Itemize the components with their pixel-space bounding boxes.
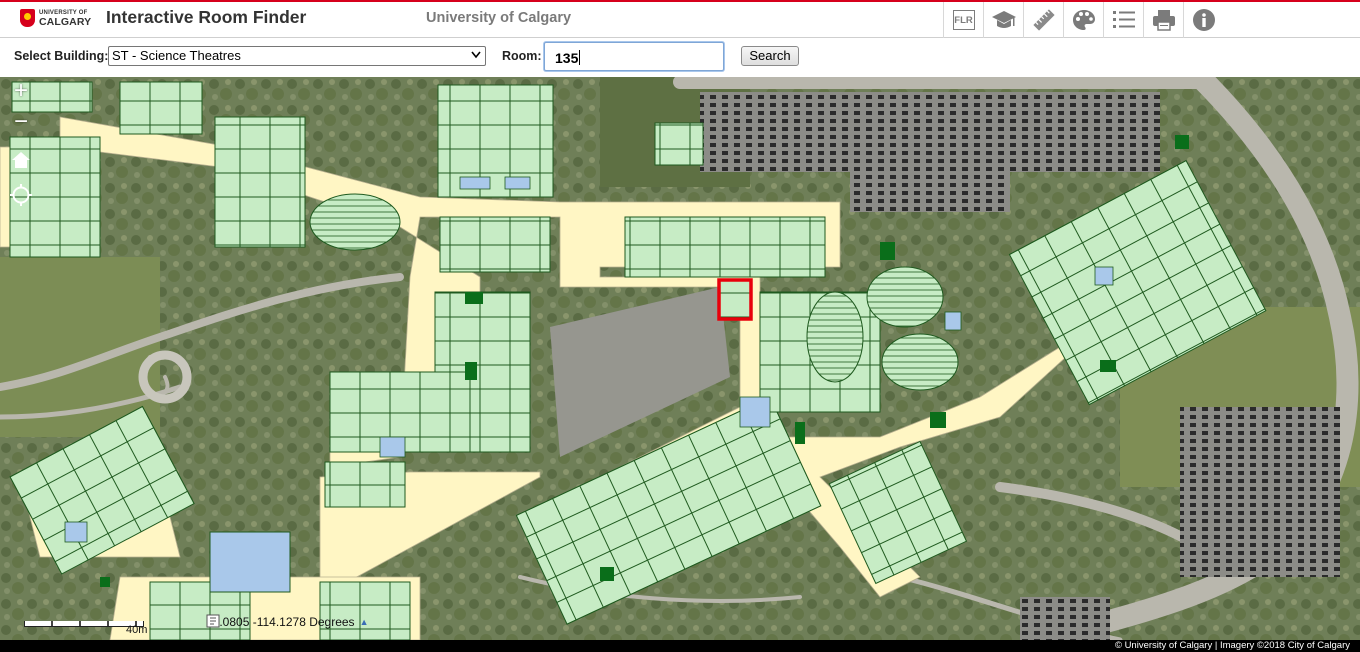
- university-name: University of Calgary: [426, 10, 572, 26]
- building-south-b: [319, 581, 411, 640]
- building-select[interactable]: ST - Science Theatres: [108, 46, 486, 66]
- theatre-b: [881, 333, 959, 391]
- room-input-value: 135: [555, 50, 579, 66]
- print-icon: [1152, 10, 1175, 31]
- theatre-a: [866, 266, 944, 328]
- parking-lot: [850, 172, 1010, 212]
- building-label: Select Building:: [14, 49, 109, 63]
- ruler-icon: [1032, 9, 1055, 31]
- list-icon: [1112, 11, 1135, 28]
- building-west-a: [119, 81, 203, 135]
- search-bar: Select Building: ST - Science Theatres R…: [0, 39, 1360, 77]
- coordinate-readout: 51.0805 -114.1278 Degrees ▲: [206, 614, 368, 630]
- building-sw-small: [324, 461, 406, 508]
- building-central: [439, 216, 551, 273]
- lecture-theatre-west: [309, 193, 401, 251]
- building-north-lab: [437, 84, 554, 198]
- building-small-north: [654, 122, 704, 166]
- shield-icon: [20, 9, 35, 27]
- toolbar: FLR: [943, 2, 1223, 38]
- building-mid-north: [624, 216, 826, 278]
- parking-lot: [1180, 407, 1340, 577]
- room-input[interactable]: 135: [544, 42, 724, 71]
- floor-icon: FLR: [952, 10, 975, 30]
- text-caret: [579, 50, 581, 65]
- list-button[interactable]: [1103, 2, 1143, 38]
- theatre-c: [806, 291, 864, 383]
- measure-button[interactable]: [1023, 2, 1063, 38]
- app-header: UNIVERSITY OF CALGARY Interactive Room F…: [0, 2, 1360, 38]
- parking-lot: [1020, 597, 1110, 640]
- zoom-in-button[interactable]: +: [8, 79, 34, 105]
- caret-up-icon[interactable]: ▲: [360, 617, 369, 627]
- legend-button[interactable]: [1063, 2, 1103, 38]
- parking-lot: [700, 92, 1160, 172]
- graduation-cap-button[interactable]: [983, 2, 1023, 38]
- search-button[interactable]: Search: [741, 46, 799, 66]
- scale-label: 40m: [126, 624, 148, 636]
- attribution-text: © University of Calgary | Imagery ©2018 …: [1114, 640, 1350, 651]
- logo-big-text: CALGARY: [39, 16, 92, 28]
- footer: © University of Calgary | Imagery ©2018 …: [0, 640, 1360, 652]
- home-icon[interactable]: [10, 150, 32, 170]
- locate-icon[interactable]: [10, 184, 32, 206]
- map-canvas[interactable]: [0, 77, 1360, 640]
- building-west-b: [214, 116, 306, 248]
- university-logo[interactable]: UNIVERSITY OF CALGARY: [20, 8, 91, 30]
- floor-button[interactable]: FLR: [943, 2, 983, 38]
- print-button[interactable]: [1143, 2, 1183, 38]
- building-south-blue: [209, 531, 291, 593]
- chevron-down-icon: [471, 51, 481, 59]
- campus-map[interactable]: + − 40m 51.0805 -114.1278 Degrees ▲: [0, 77, 1360, 640]
- info-button[interactable]: [1183, 2, 1223, 38]
- graduation-cap-icon: [991, 11, 1016, 28]
- coordinate-icon: [206, 614, 220, 628]
- zoom-out-button[interactable]: −: [8, 110, 34, 136]
- building-selected-value: ST - Science Theatres: [112, 48, 241, 63]
- app-title: Interactive Room Finder: [106, 7, 307, 27]
- palette-icon: [1072, 10, 1095, 30]
- room-label: Room:: [502, 49, 542, 63]
- info-icon: [1192, 9, 1215, 31]
- highlighted-room-135[interactable]: [717, 278, 753, 321]
- coordinate-text: 51.0805 -114.1278 Degrees: [206, 615, 355, 629]
